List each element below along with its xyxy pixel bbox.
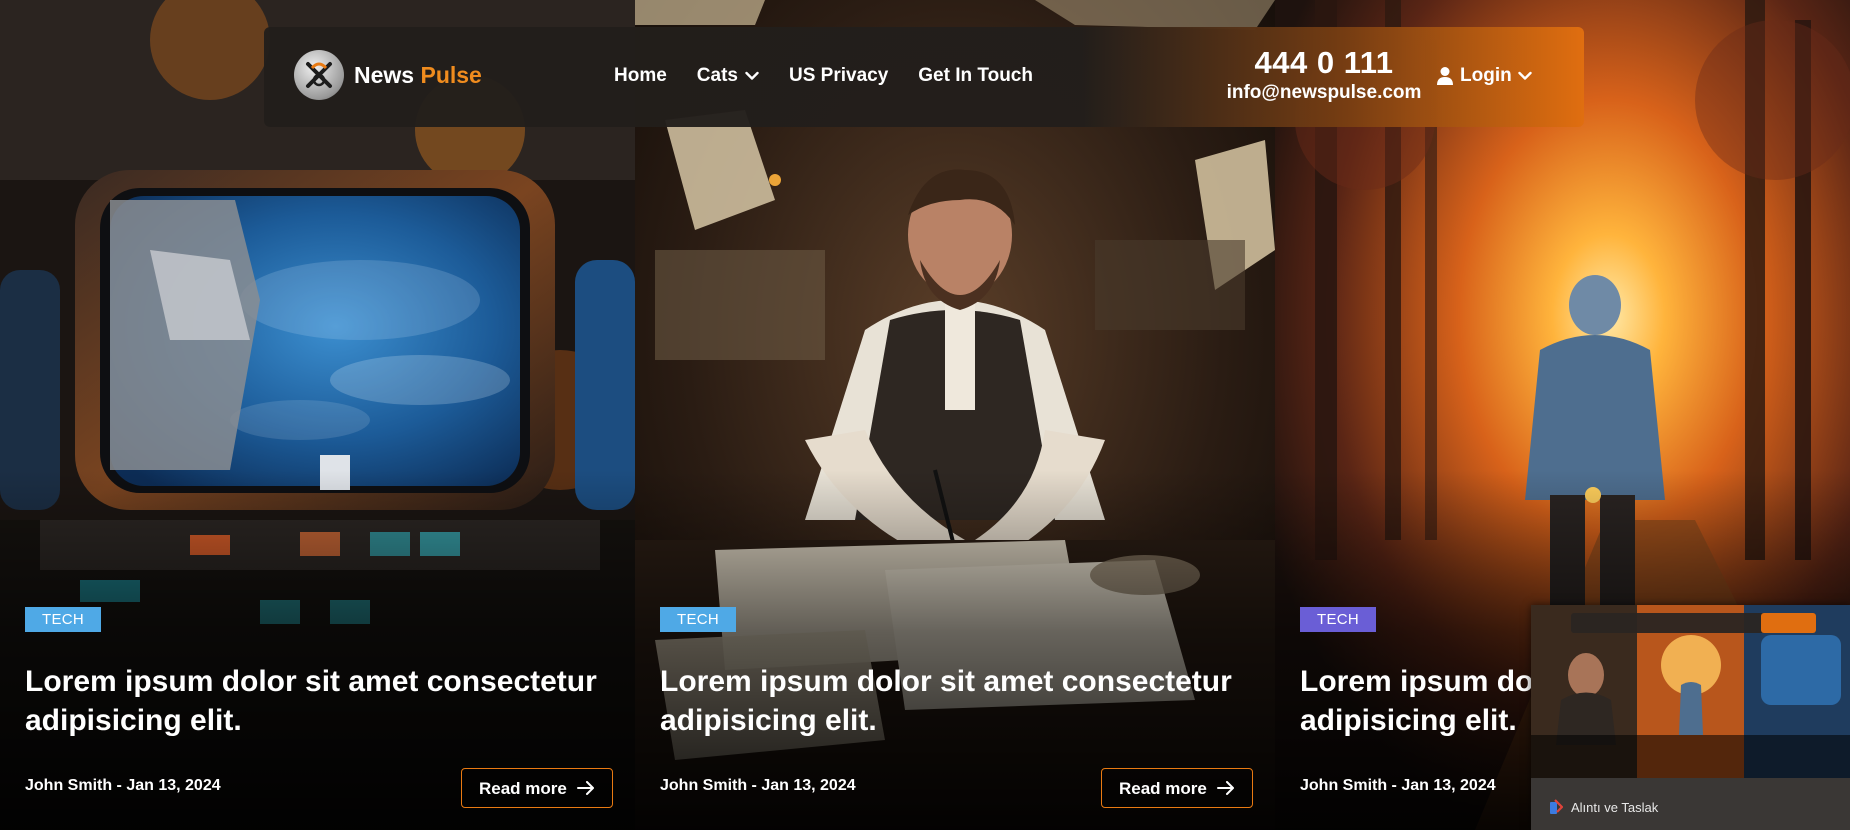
category-tag[interactable]: TECH <box>660 607 737 632</box>
arrow-right-icon <box>1216 781 1234 795</box>
category-tag[interactable]: TECH <box>25 607 102 632</box>
card-meta: John Smith - Jan 13, 2024 <box>660 777 856 794</box>
nav-cats-dropdown[interactable]: Cats <box>697 65 759 87</box>
brand-name-main: News <box>354 61 415 88</box>
brand-name: News Pulse <box>354 62 482 89</box>
nav-label: Get In Touch <box>918 65 1033 86</box>
read-more-label: Read more <box>1119 778 1207 798</box>
login-dropdown[interactable]: Login <box>1436 65 1532 87</box>
read-more-button[interactable]: Read more <box>1101 768 1253 808</box>
login-label: Login <box>1460 65 1512 86</box>
nav-get-in-touch[interactable]: Get In Touch <box>918 65 1033 87</box>
card-meta: John Smith - Jan 13, 2024 <box>25 777 221 794</box>
main-nav: Home Cats US Privacy Get In Touch <box>614 65 1033 87</box>
category-tag[interactable]: TECH <box>1300 607 1377 632</box>
read-more-label: Read more <box>479 778 567 798</box>
brand-name-accent: Pulse <box>420 61 482 88</box>
thumbnail-image <box>1531 605 1850 778</box>
nav-home[interactable]: Home <box>614 65 667 87</box>
read-more-button[interactable]: Read more <box>461 768 613 808</box>
card-meta: John Smith - Jan 13, 2024 <box>1300 777 1496 794</box>
card-headline[interactable]: Lorem ipsum dolor sit amet consectetur a… <box>25 662 625 740</box>
screenshot-thumbnail[interactable] <box>1531 605 1850 778</box>
screenshot-preview-popup[interactable]: Alıntı ve Taslak <box>1531 605 1850 830</box>
card-headline[interactable]: Lorem ipsum dolor sit amet consectetur a… <box>660 662 1260 740</box>
nav-label: US Privacy <box>788 65 889 86</box>
arrow-right-icon <box>576 781 594 795</box>
nav-label: Home <box>614 65 667 86</box>
preview-label: Alıntı ve Taslak <box>1571 799 1659 815</box>
site-header: News Pulse Home Cats US Privacy Get In T… <box>264 27 1584 127</box>
phone-number[interactable]: 444 0 111 <box>1204 45 1444 81</box>
logo-icon <box>294 50 344 100</box>
nav-us-privacy[interactable]: US Privacy <box>789 65 888 87</box>
chevron-down-icon <box>745 71 759 80</box>
nav-label: Cats <box>696 65 738 86</box>
snip-icon <box>1550 799 1563 814</box>
email-address[interactable]: info@newspulse.com <box>1204 81 1444 105</box>
contact-info: 444 0 111 info@newspulse.com <box>1204 45 1444 105</box>
site-logo[interactable]: News Pulse <box>294 50 482 100</box>
user-icon <box>1437 67 1453 85</box>
chevron-down-icon <box>1518 71 1532 80</box>
preview-caption[interactable]: Alıntı ve Taslak <box>1531 795 1658 819</box>
